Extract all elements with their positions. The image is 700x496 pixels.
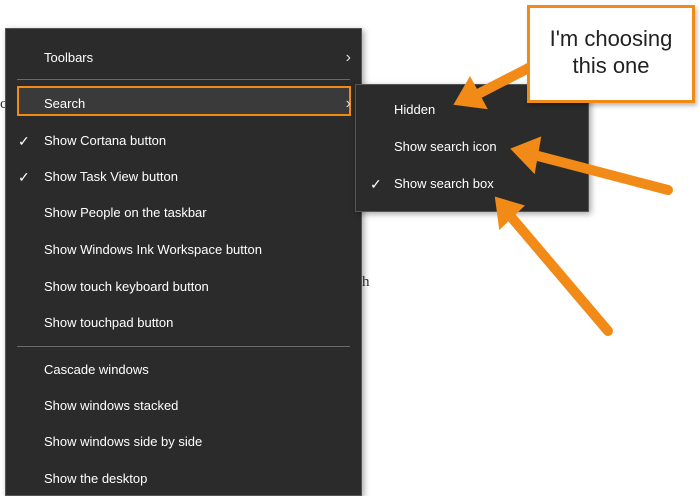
menu-separator: [17, 346, 350, 347]
checkmark-icon: ✓: [18, 133, 30, 149]
menu-item-show-cortana-button[interactable]: ✓ Show Cortana button: [6, 124, 361, 158]
menu-item-show-windows-stacked[interactable]: Show windows stacked: [6, 389, 361, 423]
checkmark-icon: ✓: [18, 169, 30, 185]
chevron-right-icon: ›: [345, 95, 351, 112]
menu-item-toolbars[interactable]: Toolbars ›: [6, 41, 361, 75]
menu-item-cascade-windows[interactable]: Cascade windows: [6, 353, 361, 387]
menu-item-label: Show windows stacked: [44, 398, 179, 413]
menu-item-label: Show Task View button: [44, 169, 178, 184]
menu-item-label: Show the desktop: [44, 471, 148, 486]
menu-item-label: Show People on the taskbar: [44, 205, 207, 220]
chevron-right-icon: ›: [345, 49, 351, 66]
menu-item-label: Show Windows Ink Workspace button: [44, 242, 262, 257]
arrow-to-search-box: [507, 213, 613, 336]
menu-item-label: Toolbars: [44, 50, 94, 65]
menu-item-search[interactable]: Search ›: [6, 87, 361, 121]
menu-item-label: Cascade windows: [44, 362, 149, 377]
annotation-callout: I'm choosing this one: [527, 5, 695, 103]
callout-line: this one: [572, 53, 650, 78]
menu-item-show-windows-side-by-side[interactable]: Show windows side by side: [6, 425, 361, 459]
background-text-fragment: h: [362, 274, 370, 290]
menu-item-label: Show touchpad button: [44, 315, 174, 330]
menu-item-show-people[interactable]: Show People on the taskbar: [6, 196, 361, 230]
menu-item-show-touch-keyboard[interactable]: Show touch keyboard button: [6, 270, 361, 304]
search-submenu: Hidden Show search icon ✓ Show search bo…: [355, 84, 589, 212]
callout-line: I'm choosing: [549, 26, 673, 51]
menu-item-label: Show touch keyboard button: [44, 279, 209, 294]
checkmark-icon: ✓: [370, 176, 382, 192]
submenu-item-show-search-icon[interactable]: Show search icon: [356, 130, 588, 164]
submenu-item-show-search-box[interactable]: ✓ Show search box: [356, 167, 588, 201]
taskbar-context-menu: Toolbars › Search › ✓ Show Cortana butto…: [5, 28, 362, 496]
submenu-item-label: Show search icon: [394, 139, 497, 154]
menu-item-label: Show Cortana button: [44, 133, 167, 148]
menu-item-label: Show windows side by side: [44, 434, 203, 449]
menu-item-show-ink-workspace[interactable]: Show Windows Ink Workspace button: [6, 233, 361, 267]
submenu-item-label: Hidden: [394, 102, 436, 117]
menu-item-label: Search: [44, 96, 86, 111]
submenu-item-label: Show search box: [394, 176, 494, 191]
menu-item-show-desktop[interactable]: Show the desktop: [6, 462, 361, 496]
menu-separator: [17, 79, 350, 80]
menu-item-show-touchpad[interactable]: Show touchpad button: [6, 306, 361, 340]
menu-item-show-task-view-button[interactable]: ✓ Show Task View button: [6, 160, 361, 194]
